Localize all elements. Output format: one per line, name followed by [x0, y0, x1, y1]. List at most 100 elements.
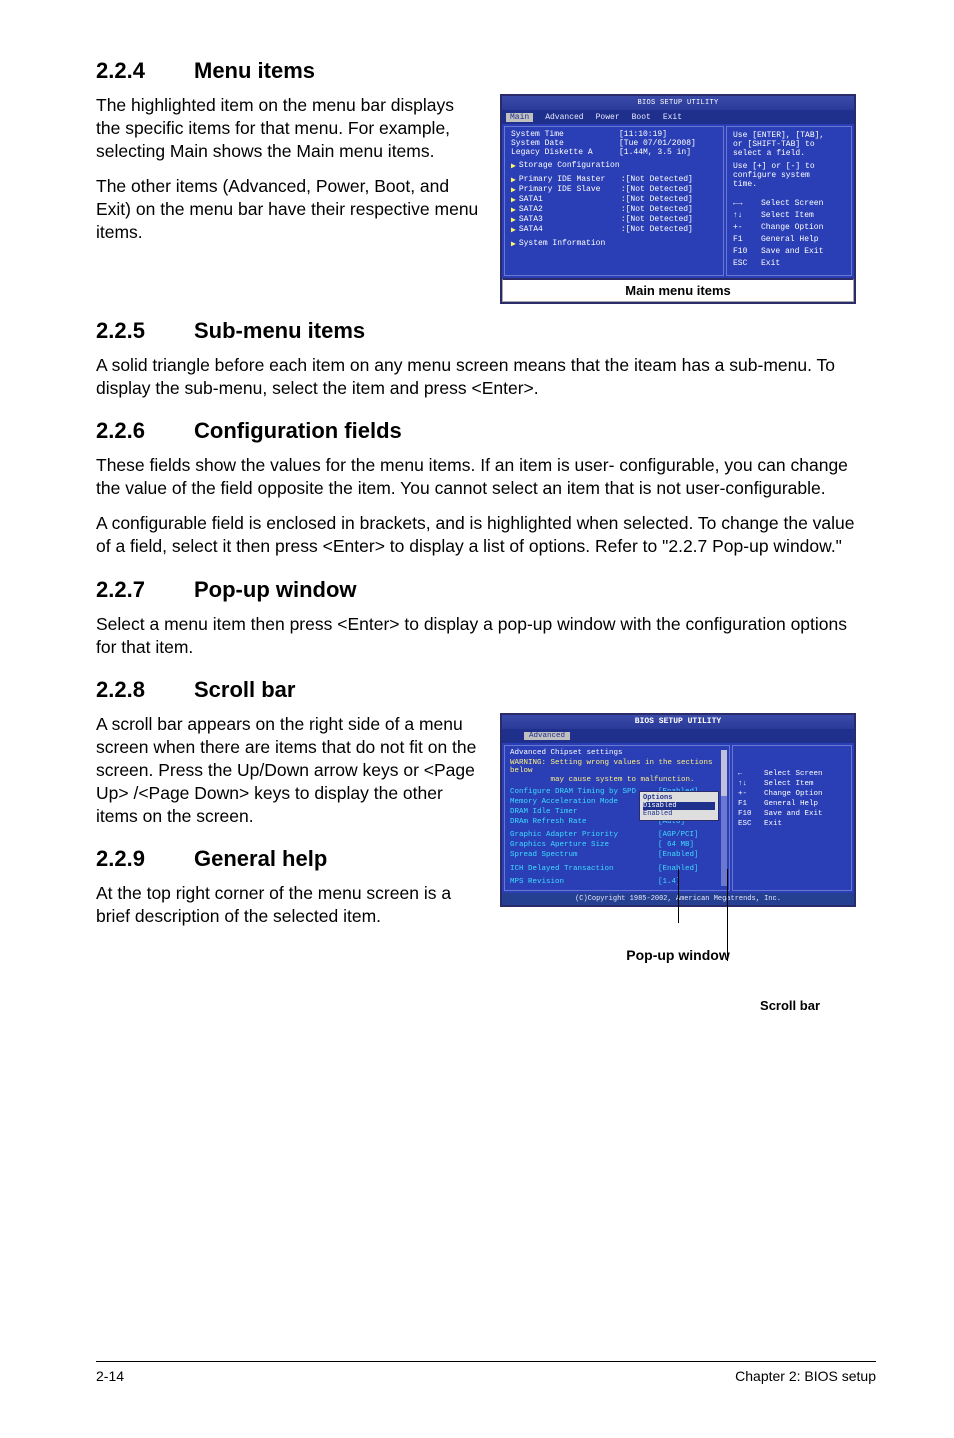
bios2-r5v: [AGP/PCI]: [658, 830, 699, 840]
bios-top-r3v: [1.44M, 3.5 in]: [619, 148, 691, 157]
bios-tab-main: Main: [506, 113, 533, 122]
hint-sym: F10: [733, 247, 761, 256]
bios-top-r1v: [11:10:19]: [619, 130, 667, 139]
heading-224-num: 2.2.4: [96, 58, 194, 84]
heading-226-num: 2.2.6: [96, 418, 194, 444]
hint-sym: ↑↓: [733, 211, 761, 220]
heading-228-num: 2.2.8: [96, 677, 194, 703]
hint-txt: Select Item: [761, 211, 814, 220]
bios-screenshot-main: BIOS SETUP UTILITY Main Advanced Power B…: [500, 94, 856, 304]
heading-229: 2.2.9General help: [96, 846, 482, 872]
heading-225-title: Sub-menu items: [194, 318, 365, 343]
heading-227: 2.2.7Pop-up window: [96, 577, 856, 603]
bios2-r7k: Spread Spectrum: [510, 850, 658, 860]
hint-txt: Change Option: [761, 223, 823, 232]
bios-top-desc2: or [SHIFT-TAB] to: [733, 140, 845, 149]
heading-228: 2.2.8Scroll bar: [96, 677, 856, 703]
bios2-popup-o2: Enabled: [643, 810, 715, 818]
hint-sym: ESC: [733, 259, 761, 268]
triangle-icon: ▶: [511, 215, 516, 225]
bios-top-desc1: Use [ENTER], [TAB],: [733, 131, 845, 140]
hint-txt: General Help: [764, 800, 818, 808]
pointer-line-scroll: [727, 869, 728, 961]
heading-227-title: Pop-up window: [194, 577, 357, 602]
bios-top-title-text: BIOS SETUP UTILITY: [637, 99, 718, 107]
label-scroll-bar: Scroll bar: [760, 998, 820, 1013]
p-225: A solid triangle before each item on any…: [96, 354, 856, 400]
bios-top-r11: System Information: [519, 239, 605, 249]
bios2-scrollbar: [721, 750, 727, 886]
triangle-icon: ▶: [511, 161, 516, 171]
p-226b: A configurable field is enclosed in brac…: [96, 512, 856, 558]
bios-top-titlebar: BIOS SETUP UTILITY: [502, 96, 854, 110]
hint-txt: Exit: [761, 259, 780, 268]
heading-225: 2.2.5Sub-menu items: [96, 318, 856, 344]
bios-top-desc3: select a field.: [733, 149, 845, 158]
bios2-titlebar: BIOS SETUP UTILITY: [502, 715, 854, 729]
bios-top-caption: Main menu items: [502, 278, 854, 302]
hint-txt: Select Screen: [761, 199, 823, 208]
bios2-scroll-thumb: [721, 750, 727, 796]
hint-sym: +-: [733, 223, 761, 232]
footer-left: 2-14: [96, 1368, 124, 1384]
bios-top-r8k: SATA2: [519, 205, 621, 215]
bios-top-right-panel: Use [ENTER], [TAB], or [SHIFT-TAB] to se…: [726, 126, 852, 276]
heading-226-title: Configuration fields: [194, 418, 402, 443]
bios-top-r4: Storage Configuration: [519, 161, 620, 171]
hint-sym: F10: [738, 810, 764, 818]
bios-top-r3k: Legacy Diskette A: [511, 148, 619, 157]
bios2-popup-lead: Options: [643, 794, 715, 802]
bios2-left-panel: Advanced Chipset settings WARNING: Setti…: [504, 745, 730, 891]
bios-top-r1k: System Time: [511, 130, 619, 139]
bios-top-r8v: :[Not Detected]: [621, 205, 693, 215]
hint-sym: ↑↓: [738, 780, 764, 788]
bios-top-r9v: :[Not Detected]: [621, 215, 693, 225]
bios2-r6v: [ 64 MB]: [658, 840, 694, 850]
bios2-r7v: [Enabled]: [658, 850, 699, 860]
page-footer: 2-14 Chapter 2: BIOS setup: [96, 1361, 876, 1384]
bios-top-tabs: Main Advanced Power Boot Exit: [502, 110, 854, 124]
heading-229-num: 2.2.9: [96, 846, 194, 872]
heading-225-num: 2.2.5: [96, 318, 194, 344]
hint-txt: Change Option: [764, 790, 823, 798]
hint-txt: Exit: [764, 820, 782, 828]
bios-tab-power: Power: [596, 113, 620, 122]
bios2-r6k: Graphics Aperture Size: [510, 840, 658, 850]
bios-top-r2k: System Date: [511, 139, 619, 148]
footer-right: Chapter 2: BIOS setup: [735, 1368, 876, 1384]
p-228: A scroll bar appears on the right side o…: [96, 713, 482, 828]
bios2-right-panel: ←Select Screen ↑↓Select Item +-Change Op…: [732, 745, 852, 891]
bios-top-r5v: :[Not Detected]: [621, 175, 693, 185]
hint-sym: ←: [738, 770, 764, 778]
heading-227-num: 2.2.7: [96, 577, 194, 603]
bios-top-r7k: SATA1: [519, 195, 621, 205]
bios2-r3k: DRAM Idle Timer: [510, 807, 658, 817]
bios-top-r5k: Primary IDE Master: [519, 175, 621, 185]
p-224a: The highlighted item on the menu bar dis…: [96, 94, 482, 163]
hint-sym: ←→: [733, 199, 761, 208]
bios-top-desc5: configure system: [733, 171, 845, 180]
triangle-icon: ▶: [511, 175, 516, 185]
bios-top-r6k: Primary IDE Slave: [519, 185, 621, 195]
triangle-icon: ▶: [511, 185, 516, 195]
bios-top-desc4: Use [+] or [-] to: [733, 162, 845, 171]
hint-txt: General Help: [761, 235, 819, 244]
bios-tab-exit: Exit: [663, 113, 682, 122]
bios2-warn: WARNING: Setting wrong values in the sec…: [510, 759, 724, 785]
hint-txt: Select Screen: [764, 770, 823, 778]
hint-sym: +-: [738, 790, 764, 798]
heading-224-title: Menu items: [194, 58, 315, 83]
hint-txt: Save and Exit: [761, 247, 823, 256]
hint-sym: F1: [738, 800, 764, 808]
bios-top-r10v: :[Not Detected]: [621, 225, 693, 235]
bios-top-r10k: SATA4: [519, 225, 621, 235]
bios2-popup-window: Options Disabled Enabled: [639, 791, 719, 821]
heading-228-title: Scroll bar: [194, 677, 295, 702]
heading-229-title: General help: [194, 846, 327, 871]
bios-tab-advanced: Advanced: [545, 113, 583, 122]
triangle-icon: ▶: [511, 195, 516, 205]
bios2-tab-advanced: Advanced: [524, 732, 570, 740]
bios2-r8k: ICH Delayed Transaction: [510, 864, 658, 874]
bios2-r1k: Configure DRAM Timing by SPD: [510, 787, 658, 797]
bios-tab-boot: Boot: [632, 113, 651, 122]
